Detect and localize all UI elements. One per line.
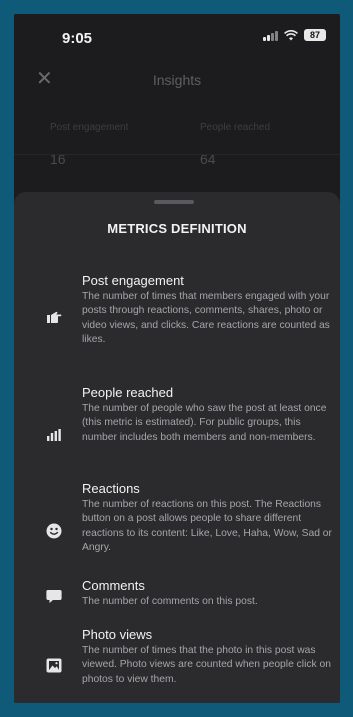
metric-text: People reached The number of people who …: [82, 385, 332, 445]
metric-description: The number of times that the photo in th…: [82, 645, 331, 685]
stat-label: Post engagement: [50, 122, 129, 133]
smiley-icon: [44, 521, 64, 541]
metric-description: The number of comments on this post.: [82, 596, 258, 607]
photo-icon: [44, 655, 64, 675]
status-time: 9:05: [62, 30, 93, 47]
metrics-definition-sheet[interactable]: METRICS DEFINITION Post engagement The n…: [14, 192, 340, 703]
metric-text: Photo views The number of times that the…: [82, 627, 332, 687]
pointing-hand-icon: [44, 307, 64, 327]
phone-screen: 9:05 87 ✕ Insights Post engagement 16 Pe…: [14, 14, 340, 703]
metric-name: Comments: [82, 578, 145, 593]
metric-description: The number of times that members engaged…: [82, 291, 330, 346]
app-header: ✕ Insights: [14, 62, 340, 102]
metric-text: Reactions The number of reactions on thi…: [82, 481, 332, 556]
metric-name: Reactions: [82, 481, 140, 496]
metric-description: The number of reactions on this post. Th…: [82, 499, 332, 554]
metric-name: Photo views: [82, 627, 153, 642]
divider: [14, 154, 340, 155]
outer-frame: 9:05 87 ✕ Insights Post engagement 16 Pe…: [0, 0, 353, 717]
wifi-icon: [284, 29, 298, 40]
sheet-drag-handle[interactable]: [154, 200, 194, 204]
bar-chart-icon: [44, 425, 64, 445]
metric-text: Post engagement The number of times that…: [82, 273, 332, 348]
metric-description: The number of people who saw the post at…: [82, 403, 327, 443]
status-icons: 87: [263, 29, 326, 41]
stat-people-reached: People reached 64: [200, 122, 270, 167]
signal-icon: [263, 30, 278, 41]
metric-text: Comments The number of comments on this …: [82, 578, 332, 609]
metric-name: Post engagement: [82, 273, 184, 288]
stat-post-engagement: Post engagement 16: [50, 122, 128, 167]
metric-name: People reached: [82, 385, 174, 400]
battery-icon: 87: [304, 29, 326, 41]
page-title: Insights: [152, 72, 202, 88]
stat-label: People reached: [200, 122, 271, 133]
comment-bubble-icon: [44, 586, 64, 606]
sheet-title: METRICS DEFINITION: [107, 221, 247, 236]
status-bar: 9:05 87: [14, 14, 340, 58]
